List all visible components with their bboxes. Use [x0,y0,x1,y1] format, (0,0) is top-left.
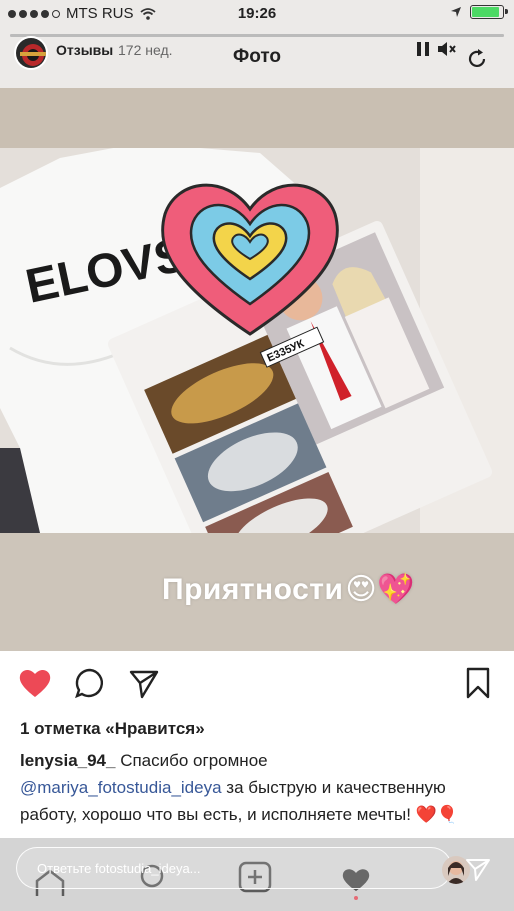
comment-text-start: Спасибо огромное [120,751,268,770]
battery-icon [470,5,508,19]
send-button[interactable] [462,853,494,885]
story-header: Отзывы 172 нед. Фото [0,28,514,88]
clock: 19:26 [237,5,277,22]
story-time-ago: 172 нед. [118,42,173,58]
story-caption-sticker: Приятности 😍💖 [162,572,415,607]
send-icon [466,859,490,881]
comment-emoji: ❤️🎈 [415,805,459,825]
comment-button[interactable] [70,663,110,703]
bookmark-icon [466,667,490,699]
heart-filled-icon [19,669,51,697]
story-canvas[interactable]: ELOVSKIH Е335УК [0,88,514,651]
share-button[interactable] [124,663,164,703]
like-button[interactable] [15,663,55,703]
comment-bubble-icon [75,668,103,699]
comment-mention[interactable]: @mariya_fotostudia_ideya [20,778,222,797]
likes-count[interactable]: 1 отметка «Нравится» [20,719,205,739]
reply-input[interactable] [16,847,452,889]
mute-button[interactable] [434,36,460,62]
status-bar: MTS RUS 19:26 [0,0,514,28]
post-comment: lenysia_94_ Спасибо огромное @mariya_fot… [20,747,500,829]
profile-avatar[interactable] [14,36,48,70]
location-icon [451,7,461,17]
heart-sticker-icon [161,183,339,336]
story-background-band [0,88,514,148]
refresh-button[interactable] [464,46,490,72]
mute-icon [438,42,456,56]
refresh-icon [468,49,486,68]
save-button[interactable] [458,663,498,703]
paper-plane-icon [129,670,159,699]
story-caption-text: Приятности [162,572,344,606]
comment-author[interactable]: lenysia_94_ [20,751,115,770]
post-actions [0,663,514,703]
story-username[interactable]: Отзывы [56,42,113,58]
story-caption-emoji: 😍💖 [345,572,416,607]
pause-button[interactable] [410,36,436,62]
pause-icon [417,42,429,56]
